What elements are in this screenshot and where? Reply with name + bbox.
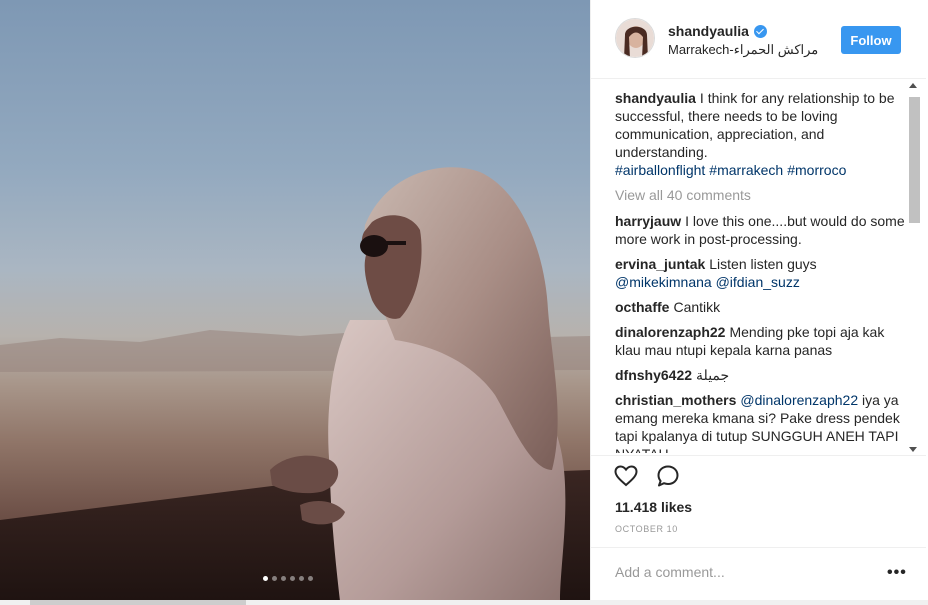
window-horizontal-scrollbar[interactable] xyxy=(0,600,928,605)
view-all-comments-link[interactable]: View all 40 comments xyxy=(615,186,907,204)
hashtag-link[interactable]: #marrakech xyxy=(709,162,783,178)
scroll-up-arrow-icon[interactable] xyxy=(909,83,917,88)
post-photo[interactable] xyxy=(0,0,590,600)
carousel-dot[interactable] xyxy=(263,576,268,581)
avatar[interactable] xyxy=(615,18,655,58)
carousel-dot[interactable] xyxy=(272,576,277,581)
carousel-dot[interactable] xyxy=(290,576,295,581)
horizontal-scroll-thumb[interactable] xyxy=(30,600,246,605)
comment-username[interactable]: dfnshy6422 xyxy=(615,367,692,383)
post-side-panel: shandyaulia Marrakech-مراكش الحمراء Foll… xyxy=(590,0,926,600)
avatar-image xyxy=(616,19,654,57)
comment-item: octhaffe Cantikk xyxy=(615,298,907,316)
add-comment-input[interactable]: Add a comment... xyxy=(615,564,725,580)
hashtag-link[interactable]: #morroco xyxy=(787,162,846,178)
post-date: OCTOBER 10 xyxy=(615,524,678,534)
likes-count[interactable]: 11.418 likes xyxy=(615,499,692,515)
add-comment-divider xyxy=(591,547,926,548)
comment-username[interactable]: harryjauw xyxy=(615,213,681,229)
verified-badge-icon xyxy=(753,24,767,38)
caption-username[interactable]: shandyaulia xyxy=(615,90,696,106)
comment-mention[interactable]: @dinalorenzaph22 xyxy=(740,392,858,408)
carousel-indicator xyxy=(263,576,313,581)
comment-username[interactable]: dinalorenzaph22 xyxy=(615,324,725,340)
post-location[interactable]: Marrakech-مراكش الحمراء xyxy=(668,42,818,58)
post-username[interactable]: shandyaulia xyxy=(668,23,749,39)
carousel-dot[interactable] xyxy=(281,576,286,581)
hashtag-link[interactable]: #airballonflight xyxy=(615,162,705,178)
comments-list: shandyaulia I think for any relationship … xyxy=(615,89,907,453)
hashtags: #airballonflight #marrakech #morroco xyxy=(615,161,907,179)
heart-icon[interactable] xyxy=(613,463,639,489)
comment-text: Cantikk xyxy=(673,299,721,315)
carousel-dot[interactable] xyxy=(299,576,304,581)
post-caption: shandyaulia I think for any relationship … xyxy=(615,89,907,179)
comment-username[interactable]: ervina_juntak xyxy=(615,256,705,272)
comment-item: christian_mothers @dinalorenzaph22 iya ya… xyxy=(615,391,907,453)
more-options-icon[interactable]: ••• xyxy=(887,564,907,582)
comment-item: harryjauw I love this one....but would do… xyxy=(615,212,907,248)
actions-divider xyxy=(591,455,926,457)
comment-item: dfnshy6422 جميلة xyxy=(615,366,907,384)
comment-mentions[interactable]: @mikekimnana @ifdian_suzz xyxy=(615,274,800,290)
comment-text: Listen listen guys xyxy=(709,256,817,272)
comments-scrollbar[interactable] xyxy=(906,80,922,455)
scroll-down-arrow-icon[interactable] xyxy=(909,447,917,452)
photo-scene xyxy=(0,167,590,600)
comment-item: ervina_juntak Listen listen guys @mikekim… xyxy=(615,255,907,291)
username-row: shandyaulia xyxy=(668,23,767,39)
comment-username[interactable]: christian_mothers xyxy=(615,392,736,408)
comment-username[interactable]: octhaffe xyxy=(615,299,669,315)
scroll-thumb[interactable] xyxy=(909,97,920,223)
carousel-dot[interactable] xyxy=(308,576,313,581)
comment-bubble-icon[interactable] xyxy=(655,463,681,489)
comment-text: جميلة xyxy=(696,367,730,383)
follow-button[interactable]: Follow xyxy=(841,26,901,54)
comment-item: dinalorenzaph22 Mending pke topi aja kak … xyxy=(615,323,907,359)
post-header: shandyaulia Marrakech-مراكش الحمراء Foll… xyxy=(591,0,926,79)
